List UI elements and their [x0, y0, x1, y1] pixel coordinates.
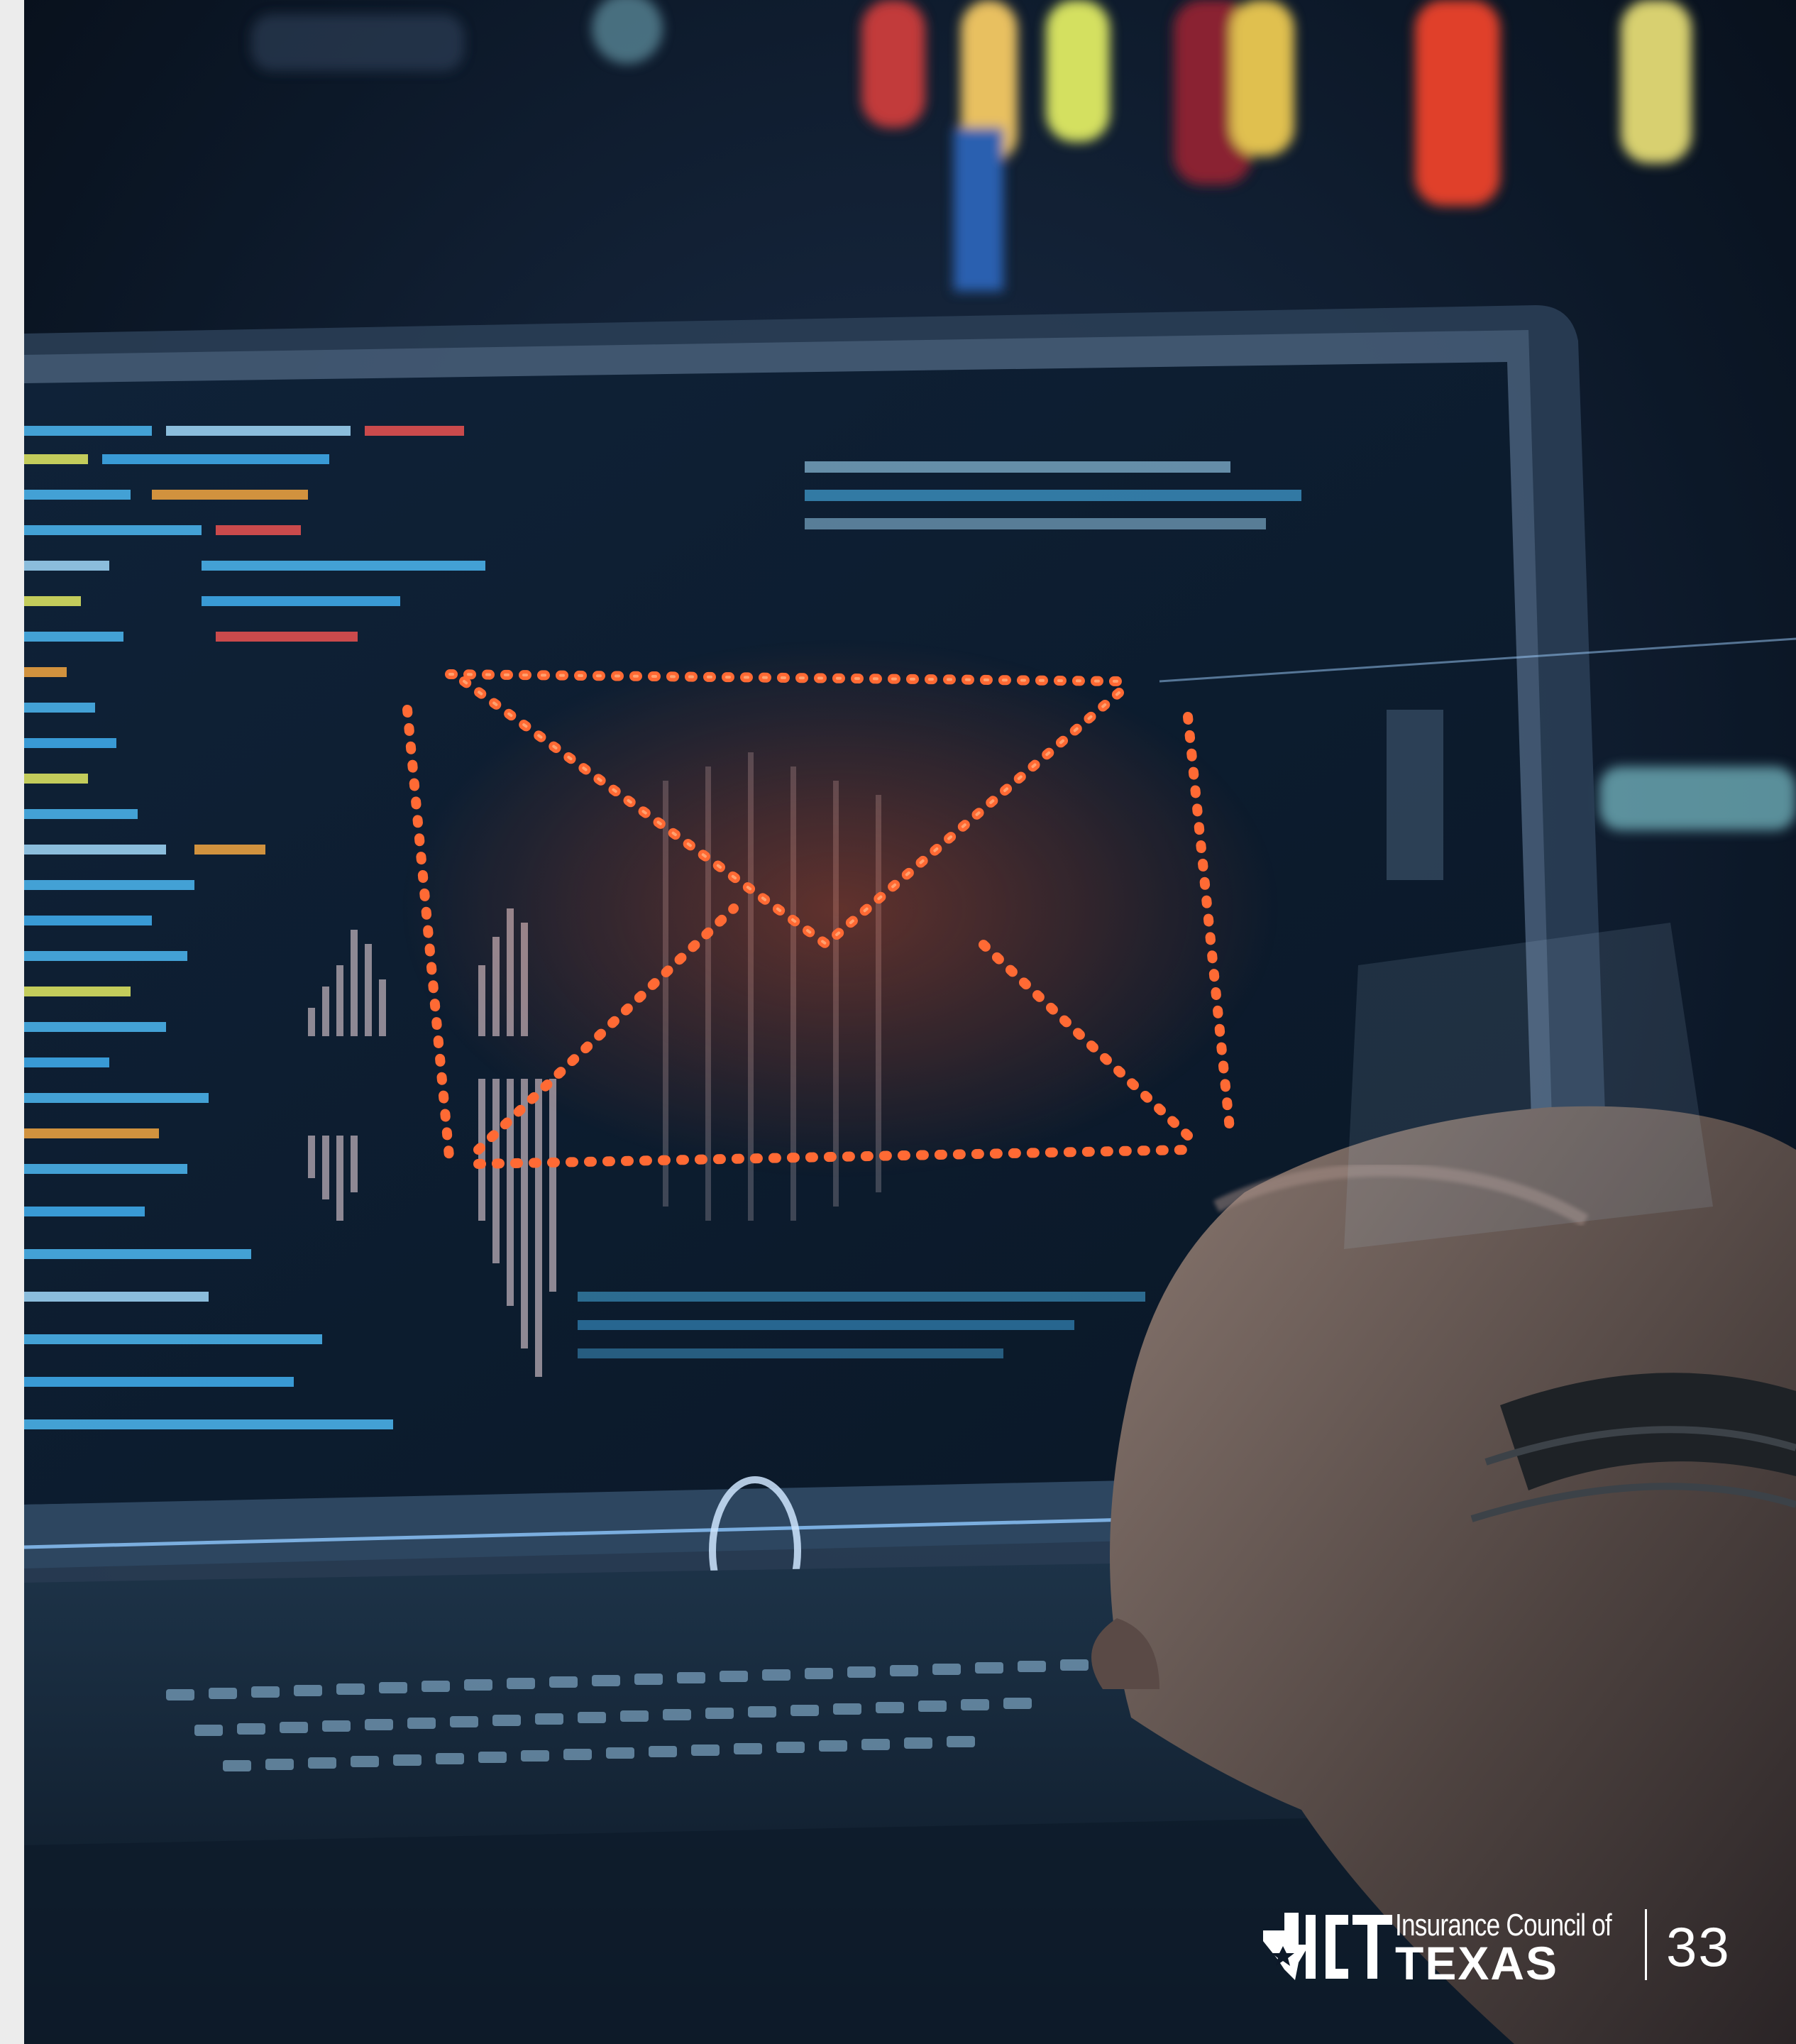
page-margin — [0, 0, 24, 2044]
footer-divider — [1645, 1909, 1647, 1980]
ict-logo-mark-icon — [1256, 1902, 1398, 1987]
footer-branding: Insurance Council of TEXAS 33 — [1256, 1902, 1753, 1989]
logo-text-large: TEXAS — [1395, 1937, 1559, 1989]
page-number: 33 — [1666, 1916, 1731, 1978]
hero-photo — [24, 0, 1796, 2044]
page: Insurance Council of TEXAS 33 — [0, 0, 1796, 2044]
